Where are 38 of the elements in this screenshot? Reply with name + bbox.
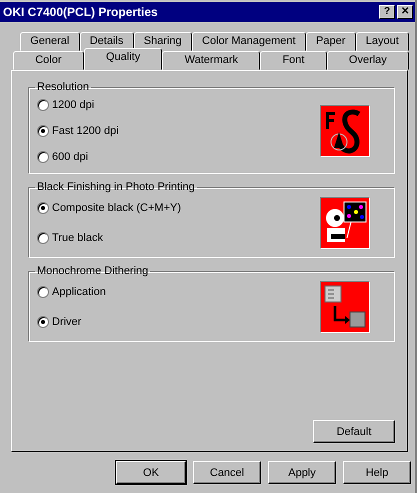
tab[interactable]: Quality [84, 48, 162, 70]
tab[interactable]: Layout [356, 32, 409, 51]
panda-photo-icon [320, 197, 370, 249]
radio-button[interactable] [37, 286, 49, 298]
radio-button[interactable] [37, 202, 49, 214]
tab[interactable]: Font [260, 51, 327, 70]
dialog-button[interactable]: Apply [268, 461, 336, 484]
radio-option[interactable]: Driver [37, 314, 106, 330]
dialog-button[interactable]: OK [116, 461, 186, 484]
tab[interactable]: Paper [306, 32, 356, 51]
radio-button[interactable] [37, 151, 49, 163]
tab[interactable]: Color [13, 51, 84, 70]
group-title: Black Finishing in Photo Printing [36, 181, 196, 193]
radio-button[interactable] [37, 125, 49, 137]
tab[interactable]: Overlay [326, 51, 410, 70]
radio-option[interactable]: Fast 1200 dpi [37, 123, 119, 139]
radio-option[interactable]: True black [37, 230, 181, 246]
tab[interactable]: Sharing [134, 32, 192, 51]
dialog-button[interactable]: Help [343, 461, 411, 484]
close-button[interactable]: ✕ [397, 5, 413, 19]
default-button[interactable]: Default [313, 420, 395, 443]
tab[interactable]: Color Management [192, 32, 306, 51]
tab[interactable]: Watermark [162, 51, 260, 70]
group-title: Monochrome Dithering [36, 265, 150, 277]
radio-option[interactable]: Application [37, 284, 106, 300]
radio-button[interactable] [37, 316, 49, 328]
radio-button[interactable] [37, 232, 49, 244]
group-title: Resolution [36, 81, 90, 93]
font-substitution-icon [320, 105, 370, 157]
dithering-icon [320, 281, 370, 333]
dialog-button[interactable]: Cancel [193, 461, 261, 484]
radio-button[interactable] [37, 99, 49, 111]
help-button[interactable]: ? [379, 5, 395, 19]
radio-option[interactable]: 1200 dpi [37, 97, 119, 113]
tab[interactable]: General [20, 32, 80, 51]
window-title: OKI C7400(PCL) Properties [3, 5, 158, 19]
radio-option[interactable]: 600 dpi [37, 149, 119, 165]
radio-option[interactable]: Composite black (C+M+Y) [37, 200, 181, 216]
